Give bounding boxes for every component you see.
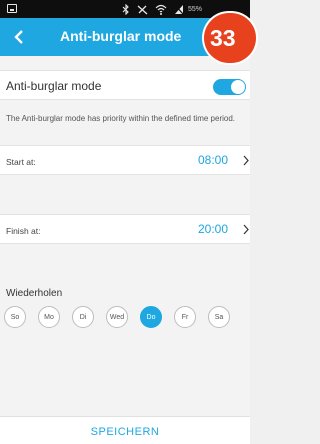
step-number-badge: 33 xyxy=(204,13,256,63)
bluetooth-icon xyxy=(122,3,129,15)
day-sunday[interactable]: So xyxy=(4,306,26,328)
finish-time-row[interactable]: Finish at: 20:00 xyxy=(0,214,250,244)
back-arrow-icon[interactable] xyxy=(6,24,32,50)
start-time-row[interactable]: Start at: 08:00 xyxy=(0,145,250,175)
wifi-icon xyxy=(155,4,167,15)
settings-content: Anti-burglar mode The Anti-burglar mode … xyxy=(0,56,250,416)
page-title: Anti-burglar mode xyxy=(60,28,182,44)
day-friday[interactable]: Fr xyxy=(174,306,196,328)
anti-burglar-toggle[interactable] xyxy=(213,79,246,95)
finish-time-label: Finish at: xyxy=(6,226,41,236)
repeat-label: Wiederholen xyxy=(6,288,63,299)
battery-percentage: 55% xyxy=(188,5,203,13)
anti-burglar-label: Anti-burglar mode xyxy=(6,79,102,93)
start-time-label: Start at: xyxy=(6,157,36,167)
screenshot-notification-icon xyxy=(7,4,17,13)
status-icons: 55% xyxy=(122,2,202,16)
day-saturday[interactable]: Sa xyxy=(208,306,230,328)
vibrate-icon xyxy=(137,5,148,14)
toggle-knob xyxy=(231,80,245,94)
start-time-value: 08:00 xyxy=(198,153,229,167)
status-bar: 55% xyxy=(0,0,250,18)
signal-icon xyxy=(174,4,184,14)
anti-burglar-toggle-row[interactable]: Anti-burglar mode xyxy=(0,70,250,100)
day-thursday[interactable]: Do xyxy=(140,306,162,328)
day-wednesday[interactable]: Wed xyxy=(106,306,128,328)
day-tuesday[interactable]: Di xyxy=(72,306,94,328)
priority-notice: The Anti-burglar mode has priority withi… xyxy=(6,114,236,123)
finish-time-value: 20:00 xyxy=(198,222,229,236)
save-button[interactable]: SPEICHERN xyxy=(0,417,250,444)
chevron-right-icon xyxy=(243,224,249,235)
bottom-bar: SPEICHERN xyxy=(0,416,250,444)
day-monday[interactable]: Mo xyxy=(38,306,60,328)
chevron-right-icon xyxy=(243,155,249,166)
weekday-selector: So Mo Di Wed Do Fr Sa xyxy=(4,306,254,330)
